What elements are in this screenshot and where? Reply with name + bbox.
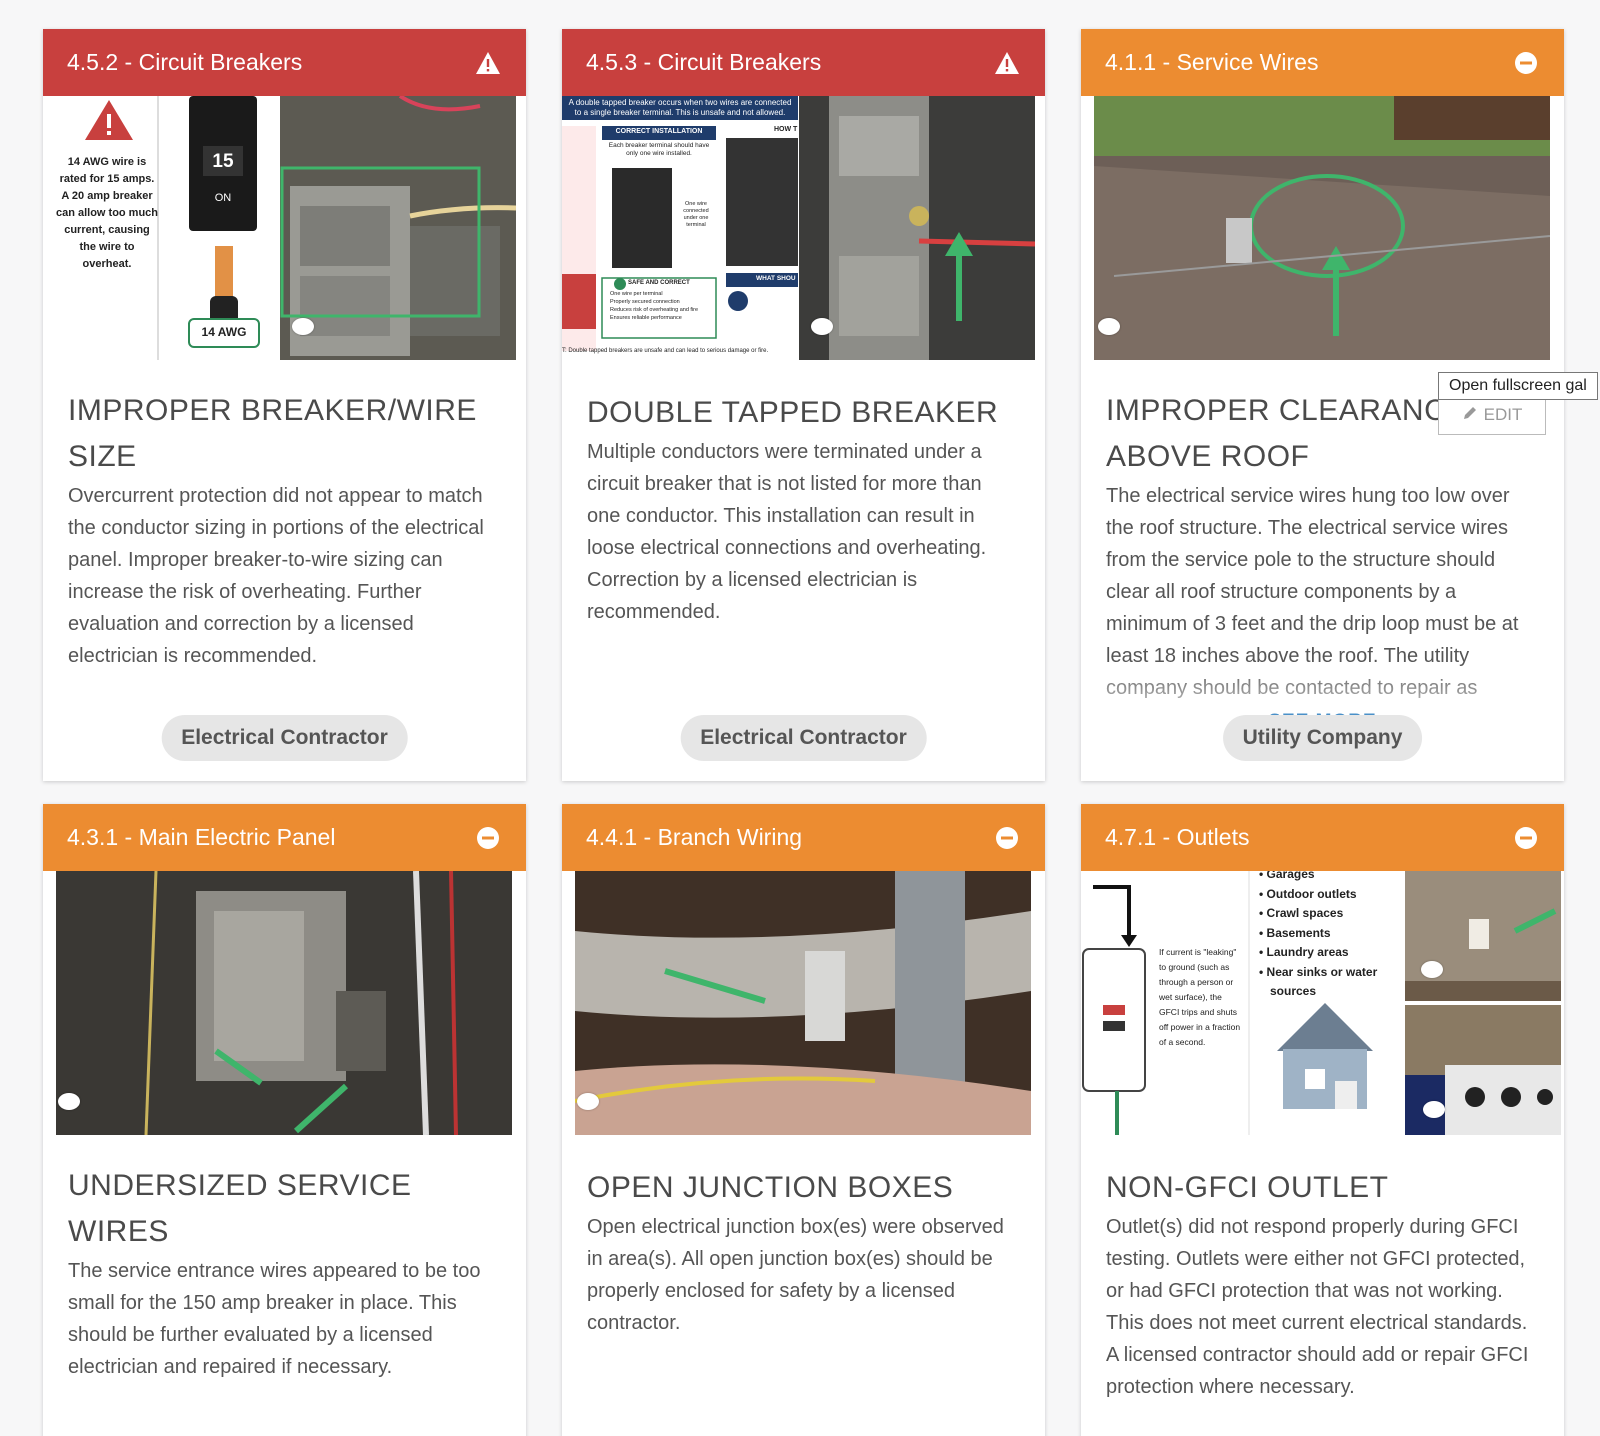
photo-thumbnail[interactable] bbox=[1405, 1005, 1561, 1135]
defect-description: Multiple conductors were terminated unde… bbox=[587, 441, 987, 623]
defect-card[interactable]: 4.5.2 - Circuit Breakers 14 AWG wire is … bbox=[43, 29, 526, 781]
image-list-item: • Outdoor outlets bbox=[1259, 886, 1357, 901]
defect-title: DOUBLE TAPPED BREAKER bbox=[587, 396, 999, 429]
contractor-badge[interactable]: Utility Company bbox=[1222, 715, 1423, 761]
card-header[interactable]: 4.5.3 - Circuit Breakers bbox=[562, 29, 1045, 96]
breaker-state: ON bbox=[214, 192, 232, 204]
card-header-label: 4.4.1 - Branch Wiring bbox=[586, 824, 803, 850]
defect-description: Open electrical junction box(es) were ob… bbox=[587, 1216, 1004, 1334]
minus-circle-icon bbox=[1512, 49, 1540, 77]
contractor-badge[interactable]: Electrical Contractor bbox=[680, 715, 927, 761]
image-list-item: • Near sinks or water sources bbox=[1259, 964, 1378, 999]
card-header[interactable]: 4.1.1 - Service Wires bbox=[1081, 29, 1564, 96]
comment-icon[interactable] bbox=[58, 1093, 80, 1110]
photo-thumbnail[interactable] bbox=[56, 871, 512, 1135]
defect-title: IMPROPER BREAKER/WIRE SIZE bbox=[68, 394, 477, 473]
photo-gallery[interactable]: A double tapped breaker occurs when two … bbox=[562, 96, 1045, 360]
image-footer: T: Double tapped breakers are unsafe and… bbox=[562, 348, 769, 354]
photo-gallery[interactable] bbox=[1081, 96, 1564, 360]
image-list-item: • Crawl spaces bbox=[1259, 906, 1344, 920]
defect-card[interactable]: 4.3.1 - Main Electric Panel UNDERSIZED S… bbox=[43, 804, 526, 1436]
comment-icon[interactable] bbox=[1098, 318, 1120, 335]
image-caption: If current is "leaking" to ground (such … bbox=[1159, 947, 1241, 1047]
card-header[interactable]: 4.5.2 - Circuit Breakers bbox=[43, 29, 526, 96]
photo-thumbnail[interactable] bbox=[574, 871, 1031, 1135]
defect-description: The service entrance wires appeared to b… bbox=[68, 1260, 481, 1378]
photo-gallery[interactable] bbox=[562, 871, 1045, 1135]
comment-icon[interactable] bbox=[811, 318, 833, 335]
card-header-label: 4.7.1 - Outlets bbox=[1105, 824, 1250, 850]
defect-title: UNDERSIZED SERVICE WIRES bbox=[68, 1169, 412, 1248]
defect-title: OPEN JUNCTION BOXES bbox=[587, 1171, 954, 1204]
defect-description: Outlet(s) did not respond properly durin… bbox=[1106, 1216, 1529, 1398]
defect-card[interactable]: 4.7.1 - Outlets TEST RESET If current is bbox=[1081, 804, 1564, 1436]
photo-thumbnail[interactable] bbox=[280, 96, 517, 360]
photo-thumbnail[interactable] bbox=[1094, 96, 1551, 360]
edit-button[interactable]: EDIT bbox=[1438, 395, 1546, 435]
image-list: • Garages • Outdoor outlets • Crawl spac… bbox=[1259, 871, 1403, 1002]
card-header-label: 4.5.2 - Circuit Breakers bbox=[67, 49, 303, 75]
image-heading: HOW T bbox=[774, 126, 798, 133]
image-list-item: One wire per terminal bbox=[610, 291, 663, 297]
photo-thumbnail[interactable]: 14 AWG wire is rated for 15 amps. A 20 a… bbox=[43, 96, 279, 360]
image-heading: SAFE AND CORRECT bbox=[628, 280, 690, 286]
image-banner: A double tapped breaker occurs when two … bbox=[568, 98, 792, 117]
photo-gallery[interactable]: 14 AWG wire is rated for 15 amps. A 20 a… bbox=[43, 96, 526, 360]
card-header-label: 4.1.1 - Service Wires bbox=[1105, 49, 1319, 75]
card-header-label: 4.3.1 - Main Electric Panel bbox=[67, 824, 336, 850]
minus-circle-icon bbox=[474, 824, 502, 852]
minus-circle-icon bbox=[993, 824, 1021, 852]
defect-card[interactable]: 4.4.1 - Branch Wiring OPEN JUNCTION BOXE… bbox=[562, 804, 1045, 1436]
pencil-icon bbox=[1462, 405, 1478, 426]
photo-gallery[interactable]: TEST RESET If current is "leaking" to gr… bbox=[1081, 871, 1564, 1135]
card-header[interactable]: 4.7.1 - Outlets bbox=[1081, 804, 1564, 871]
defect-description: Overcurrent protection did not appear to… bbox=[68, 485, 484, 667]
comment-icon[interactable] bbox=[577, 1093, 599, 1110]
reset-label: RESET bbox=[1104, 1017, 1123, 1023]
wire-label: 14 AWG bbox=[201, 325, 247, 339]
minus-circle-icon bbox=[1512, 824, 1540, 852]
photo-thumbnail[interactable] bbox=[799, 96, 1036, 360]
fullscreen-tooltip: Open fullscreen gal bbox=[1438, 372, 1598, 400]
photo-thumbnail[interactable]: A double tapped breaker occurs when two … bbox=[562, 96, 798, 360]
defect-card[interactable]: 4.5.3 - Circuit Breakers A double tapped… bbox=[562, 29, 1045, 781]
image-list-item: Ensures reliable performance bbox=[610, 315, 682, 321]
image-list-item: Properly secured connection bbox=[610, 299, 680, 305]
image-list-item: • Garages bbox=[1259, 871, 1315, 881]
image-list: One wire per terminal Properly secured c… bbox=[610, 290, 714, 322]
card-header[interactable]: 4.3.1 - Main Electric Panel bbox=[43, 804, 526, 871]
edit-button-label: EDIT bbox=[1483, 405, 1523, 424]
image-list-item: • Laundry areas bbox=[1259, 945, 1349, 959]
image-heading: WHAT SHOU bbox=[756, 275, 796, 282]
photo-gallery[interactable] bbox=[43, 871, 526, 1135]
card-header-label: 4.5.3 - Circuit Breakers bbox=[586, 49, 822, 75]
image-caption: 14 AWG wire is rated for 15 amps. A 20 a… bbox=[55, 156, 159, 270]
image-caption: One wire connected under one terminal bbox=[683, 201, 709, 228]
contractor-badge[interactable]: Electrical Contractor bbox=[161, 715, 408, 761]
comment-icon[interactable] bbox=[1421, 961, 1443, 978]
warning-icon bbox=[474, 49, 502, 77]
defect-title: NON-GFCI OUTLET bbox=[1106, 1171, 1389, 1204]
image-caption: Each breaker terminal should have only o… bbox=[608, 142, 710, 157]
breaker-number: 15 bbox=[212, 151, 234, 172]
warning-icon bbox=[993, 49, 1021, 77]
comment-icon[interactable] bbox=[1423, 1101, 1445, 1118]
image-list-item: • Basements bbox=[1259, 925, 1331, 940]
image-heading: CORRECT INSTALLATION bbox=[615, 128, 703, 135]
comment-icon[interactable] bbox=[292, 318, 314, 335]
test-label: TEST bbox=[1105, 1001, 1121, 1007]
image-list-item: Reduces risk of overheating and fire bbox=[610, 307, 699, 313]
photo-thumbnail[interactable]: TEST RESET If current is "leaking" to gr… bbox=[1081, 871, 1403, 1135]
card-header[interactable]: 4.4.1 - Branch Wiring bbox=[562, 804, 1045, 871]
photo-thumbnail[interactable] bbox=[1405, 871, 1561, 1001]
